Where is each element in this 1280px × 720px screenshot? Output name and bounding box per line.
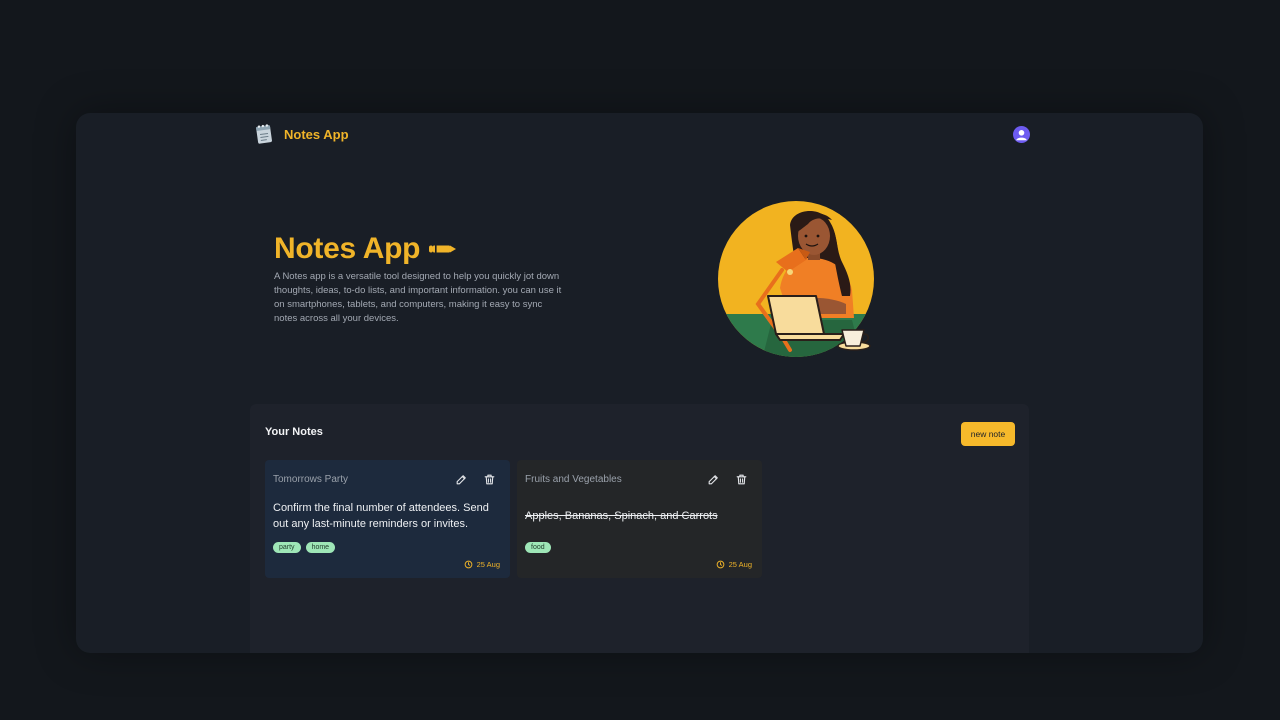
tag-badge[interactable]: party — [273, 542, 301, 553]
navbar: Notes App — [254, 123, 1030, 147]
notes-section: Your Notes new note Tomorrows Party Conf… — [250, 404, 1029, 653]
note-date-text: 25 Aug — [476, 560, 500, 569]
hero-illustration — [702, 200, 877, 365]
app-window: Notes App Notes App A Notes app is a ver… — [76, 113, 1203, 653]
trash-icon[interactable] — [735, 473, 748, 486]
note-tags: party home — [273, 542, 336, 553]
notepad-icon — [256, 124, 272, 144]
new-note-button[interactable]: new note — [961, 422, 1015, 446]
clock-icon — [464, 560, 472, 569]
trash-icon[interactable] — [483, 473, 496, 486]
hero-title-text: Notes App — [274, 232, 421, 265]
note-title: Tomorrows Party — [273, 474, 349, 485]
note-tags: food — [525, 542, 551, 553]
note-body: Confirm the final number of attendees. S… — [273, 502, 489, 530]
user-avatar-icon[interactable] — [1013, 126, 1030, 143]
note-body: Apples, Bananas, Spinach, and Carrots — [525, 510, 718, 522]
tag-badge[interactable]: home — [305, 542, 336, 553]
notes-heading: Your Notes — [265, 426, 323, 438]
hero-description: A Notes app is a versatile tool designed… — [274, 271, 562, 324]
hero-title: Notes App — [274, 232, 458, 266]
note-date: 25 Aug — [464, 560, 500, 569]
note-card[interactable]: Tomorrows Party Confirm the final number… — [265, 460, 510, 578]
edit-pencil-icon[interactable] — [455, 473, 468, 486]
brand[interactable]: Notes App — [254, 123, 349, 145]
note-card-completed[interactable]: Fruits and Vegetables Apples, Bananas, S… — [517, 460, 762, 578]
note-date: 25 Aug — [716, 560, 752, 569]
app-name: Notes App — [284, 126, 349, 142]
tag-badge[interactable]: food — [525, 542, 551, 553]
clock-icon — [716, 560, 724, 569]
note-actions — [707, 473, 748, 486]
edit-pencil-icon[interactable] — [707, 473, 720, 486]
pencil-icon — [429, 245, 457, 253]
note-title: Fruits and Vegetables — [525, 474, 622, 485]
note-date-text: 25 Aug — [728, 560, 752, 569]
note-actions — [455, 473, 496, 486]
